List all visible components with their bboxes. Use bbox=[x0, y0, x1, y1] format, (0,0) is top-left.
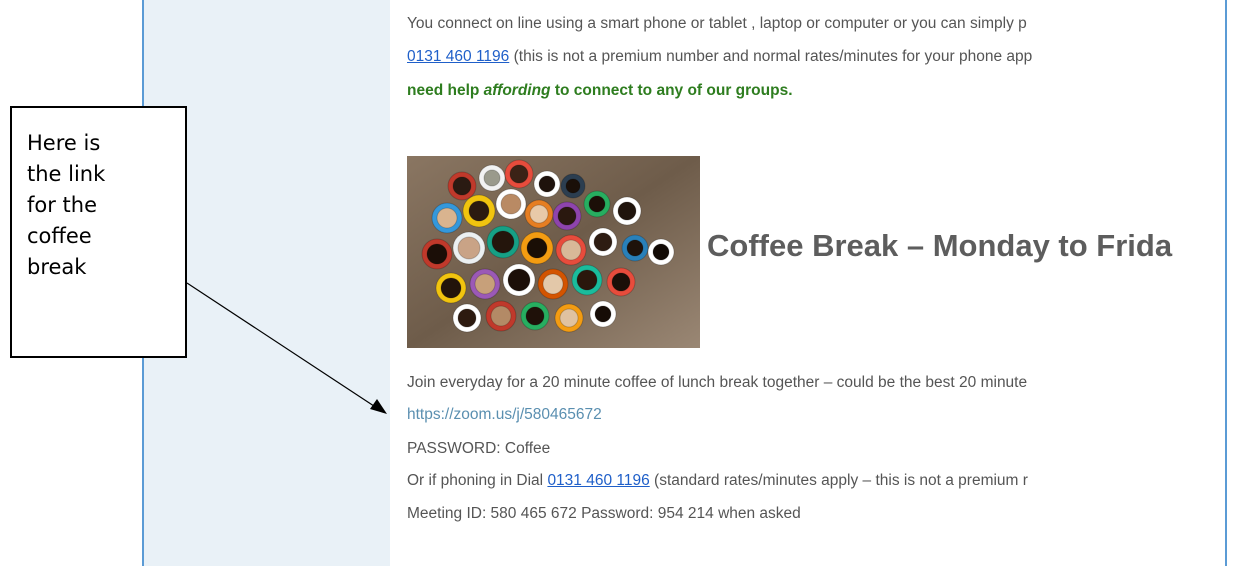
annotation-arrow bbox=[186, 282, 387, 414]
